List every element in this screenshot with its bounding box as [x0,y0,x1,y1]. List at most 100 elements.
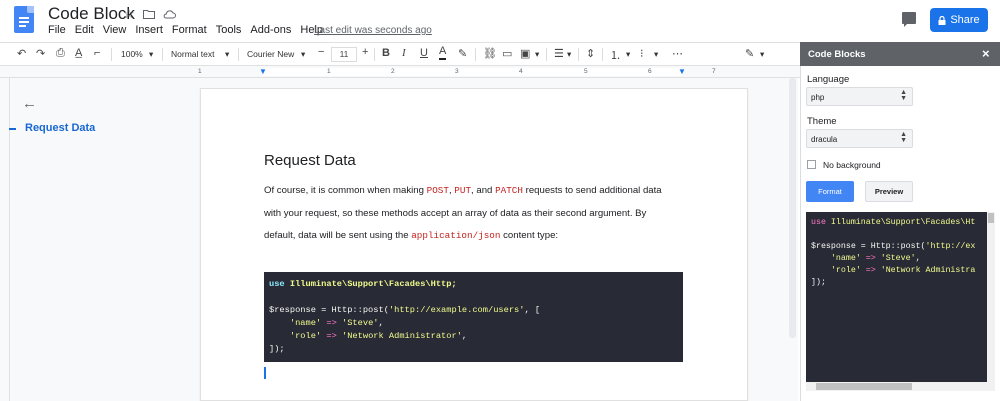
code-token: $response = Http::post( [269,305,389,315]
bold-icon[interactable]: B [382,47,390,59]
increase-font-size-icon[interactable]: + [362,46,368,58]
language-select[interactable]: php ▲ ▼ [806,87,913,106]
ruler-number: 6 [648,68,652,75]
docs-logo-icon[interactable] [14,6,34,33]
preview-line: use Illuminate\Support\Facades\Ht [811,217,982,229]
panel-title: Code Blocks [808,49,866,60]
select-arrows-icon: ▲ ▼ [900,131,907,144]
redo-icon[interactable]: ↷ [36,47,45,60]
menu-edit[interactable]: Edit [75,24,94,36]
decrease-font-size-icon[interactable]: − [318,46,324,58]
arrow-back-icon[interactable]: ← [22,95,37,112]
style-select[interactable]: Normal text [171,49,214,59]
code-token: => [860,254,881,263]
menu-format[interactable]: Format [172,24,207,36]
zoom-select[interactable]: 100% [121,49,143,59]
font-select[interactable]: Courier New [247,49,294,59]
highlight-icon[interactable]: ✎ [458,47,467,60]
lock-icon [938,15,946,25]
theme-select[interactable]: dracula ▲ ▼ [806,129,913,148]
right-indent-marker-icon[interactable]: ▼ [678,67,686,76]
italic-icon[interactable]: I [402,47,406,59]
undo-icon[interactable]: ↶ [17,47,26,60]
line-spacing-icon[interactable]: ⇕ [586,47,595,60]
code-line: 'name' => 'Steve', [269,317,678,330]
outline-item-request-data[interactable]: Request Data [25,122,95,134]
code-token: 'Network Administrator' [342,331,462,341]
last-edit-link[interactable]: Last edit was seconds ago [314,25,432,36]
chevron-down-icon: ▾ [149,49,154,59]
chevron-down-icon: ▾ [760,49,765,59]
menu-addons[interactable]: Add-ons [250,24,291,36]
text-run: Of course, it is common when making [264,185,427,196]
more-options-icon[interactable]: ⋯ [672,47,683,60]
code-token: Illuminate\Support\Facades\Ht [825,218,976,227]
theme-value: dracula [811,135,838,144]
comment-history-icon[interactable] [902,12,916,27]
paragraph-line-2: with your request, so these methods acce… [264,208,647,219]
text-color-icon[interactable]: A [439,45,447,60]
indent-marker-icon[interactable]: ▼ [259,67,267,76]
code-token: 'Steve' [342,318,379,328]
format-button[interactable]: Format [806,181,854,202]
inline-code-patch: PATCH [495,185,523,196]
formatting-toolbar: ↶ ↷ ⎙ A̲ ⌐ 100% ▾ Normal text ▾ Courier … [0,42,800,104]
menu-file[interactable]: File [48,24,66,36]
spellcheck-icon[interactable]: A̲ [75,47,82,59]
ruler-number: 7 [712,68,716,75]
underline-icon[interactable]: U [420,47,428,59]
panel-header: Code Blocks × [800,42,1000,66]
print-icon[interactable]: ⎙ [56,47,65,60]
document-title[interactable]: Code Block [48,4,135,24]
code-token: ; [451,279,457,289]
text-run: default, data will be sent using the [264,230,412,241]
align-icon[interactable]: ☰ [554,47,564,60]
document-scrollbar[interactable] [789,78,796,338]
cloud-status-icon[interactable] [163,7,176,22]
code-token: , [915,254,921,263]
ruler-number: 2 [391,68,395,75]
menu-tools[interactable]: Tools [216,24,242,36]
preview-vertical-scroll-thumb[interactable] [988,213,994,223]
ruler-number: 4 [519,68,523,75]
preview-horizontal-scroll-thumb[interactable] [816,383,912,390]
code-preview-pane[interactable]: use Illuminate\Support\Facades\Ht $respo… [806,212,987,382]
add-comment-icon[interactable]: ▭ [502,47,512,60]
preview-line: $response = Http::post('http://ex [811,241,982,253]
toolbar-divider [546,48,547,61]
code-token: Illuminate\Support\Facades\Http [289,279,452,289]
code-block[interactable]: use Illuminate\Support\Facades\Http; $re… [264,272,683,362]
font-size-input[interactable]: 11 [331,47,357,62]
no-background-checkbox[interactable] [807,160,816,169]
preview-vertical-scrollbar[interactable] [987,212,995,382]
code-token: 'role' [830,266,861,275]
share-label: Share [950,14,980,26]
vertical-ruler[interactable] [0,78,10,401]
star-icon[interactable]: ☆ [123,6,135,22]
menu-view[interactable]: View [103,24,127,36]
horizontal-ruler[interactable]: 1 1 2 3 4 5 6 7 ▼ ▼ [0,66,800,78]
preview-button[interactable]: Preview [865,181,913,202]
move-folder-icon[interactable] [143,7,155,22]
chevron-down-icon: ▾ [301,49,306,59]
bulleted-list-icon[interactable]: ⁝ [640,47,644,60]
code-token: => [321,318,342,328]
text-run: , and [471,185,496,196]
insert-image-icon[interactable]: ▣ [520,47,530,60]
menu-insert[interactable]: Insert [135,24,163,36]
numbered-list-icon[interactable]: ⒈ [610,47,621,63]
paint-format-icon[interactable]: ⌐ [94,47,100,59]
editing-mode-icon[interactable]: ✎ [745,47,754,60]
share-button[interactable]: Share [930,8,988,32]
inline-code-put: PUT [454,185,472,196]
code-token: 'Network Administra [880,266,976,275]
close-icon[interactable]: × [982,46,990,61]
toolbar-divider [475,48,476,61]
link-icon[interactable]: ⛓ [483,47,497,60]
code-line: ]); [269,344,285,354]
inline-code-post: POST [426,185,449,196]
chevron-down-icon: ▾ [654,49,659,59]
app-header: Code Block ☆ File Edit View Insert Forma… [0,0,1000,42]
